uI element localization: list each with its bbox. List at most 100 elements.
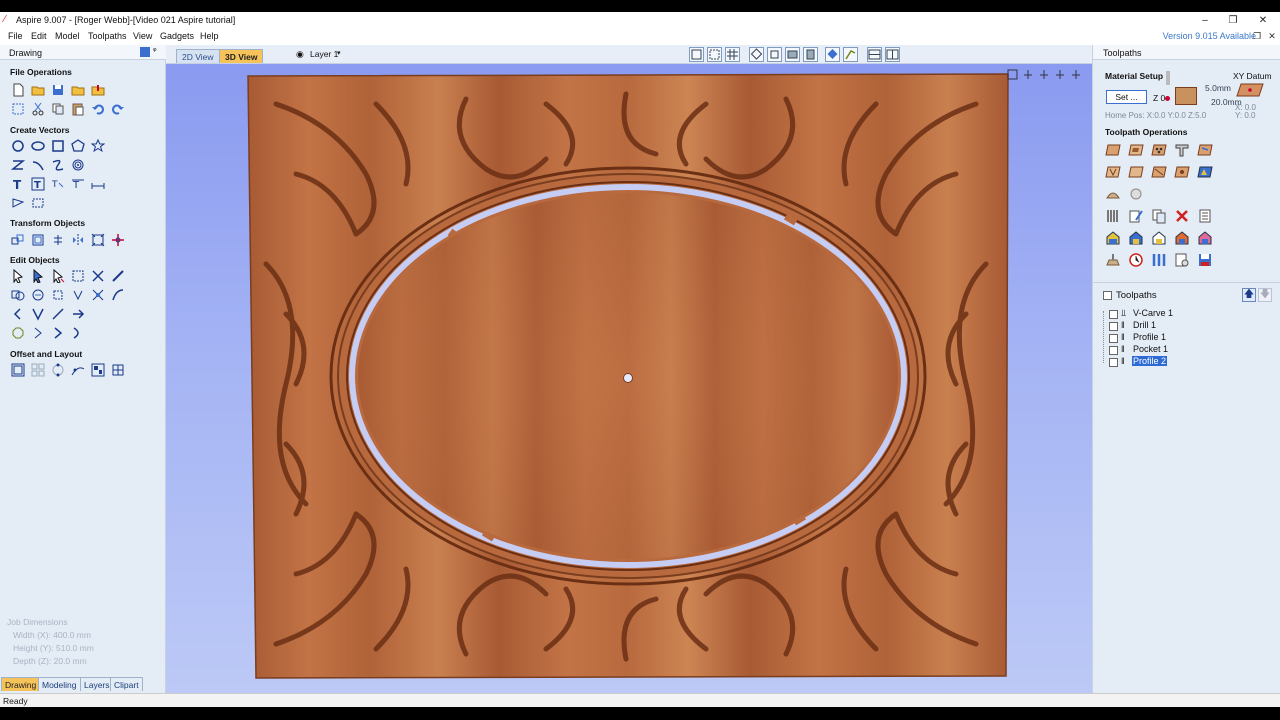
scale-icon[interactable] — [30, 232, 44, 246]
grid-icon[interactable] — [725, 47, 740, 62]
save-template-icon[interactable] — [1151, 230, 1167, 246]
open-file-icon[interactable] — [30, 82, 45, 96]
tab-2d-view[interactable]: 2D View — [176, 49, 220, 63]
undo-icon[interactable] — [90, 101, 104, 115]
node-edit-icon[interactable] — [30, 195, 44, 209]
text-arc-icon[interactable]: T — [70, 176, 84, 191]
draw-arc-icon[interactable] — [30, 157, 44, 171]
select-tool-icon[interactable] — [10, 268, 24, 283]
close-button[interactable]: ✕ — [1248, 13, 1278, 28]
offset-shape-icon[interactable] — [10, 325, 24, 339]
machining-time-icon[interactable] — [1128, 252, 1144, 268]
auto-layout-text-icon[interactable]: T — [50, 176, 64, 190]
move-icon[interactable] — [10, 232, 24, 246]
polygon-icon[interactable] — [70, 138, 85, 152]
nesting-icon[interactable] — [90, 362, 105, 377]
distort-icon[interactable] — [90, 232, 105, 247]
split-vertical-icon[interactable] — [885, 47, 900, 62]
profile-toolpath-icon[interactable] — [1105, 142, 1121, 158]
redo-icon[interactable] — [110, 101, 124, 115]
close-vector-icon[interactable] — [30, 325, 44, 339]
shading-icon[interactable] — [825, 47, 840, 62]
material-set-button[interactable]: Set ... — [1106, 90, 1147, 104]
save-toolpaths-icon[interactable] — [1197, 252, 1213, 268]
setup-sheet-icon[interactable] — [1174, 252, 1190, 268]
panel-autohide-icon[interactable]: ᵠ — [153, 46, 157, 55]
restore-doc-icon[interactable]: ❐ — [1250, 30, 1264, 42]
menu-gadgets[interactable]: Gadgets — [160, 31, 194, 41]
fillet-icon[interactable] — [90, 287, 104, 301]
curve-fit-icon[interactable] — [110, 287, 124, 301]
preview-toolpath-icon[interactable] — [1105, 252, 1121, 268]
arrow-right-icon[interactable] — [70, 306, 85, 320]
wrapping-toolpath-icon[interactable] — [1197, 230, 1213, 246]
tool-database-icon[interactable] — [1105, 208, 1121, 224]
cut-icon[interactable] — [30, 101, 44, 116]
move-up-icon[interactable]: 🡅 — [1242, 288, 1256, 302]
quick-engrave-icon[interactable] — [1174, 142, 1190, 158]
edit-toolpath-icon[interactable] — [1128, 208, 1144, 224]
dimension-icon[interactable] — [90, 176, 105, 190]
view-side-icon[interactable] — [803, 47, 818, 62]
undo-selection-icon[interactable] — [10, 101, 24, 115]
array-copy-icon[interactable] — [30, 362, 45, 377]
import-icon[interactable] — [70, 82, 85, 96]
auto-layout-icon[interactable] — [110, 362, 124, 376]
toolpath-summary-icon[interactable] — [1197, 208, 1213, 224]
toolpaths-master-checkbox[interactable] — [1103, 291, 1112, 300]
menu-help[interactable]: Help — [200, 31, 219, 41]
copy-along-vector-icon[interactable] — [70, 362, 85, 376]
extend-icon[interactable] — [50, 306, 64, 320]
z-zero-marker-icon[interactable] — [1165, 96, 1170, 101]
v-carve-toolpath-icon[interactable] — [1105, 164, 1121, 180]
delete-toolpath-icon[interactable] — [1174, 208, 1190, 224]
inlay-toolpath-icon[interactable] — [1197, 142, 1213, 158]
split-horizontal-icon[interactable] — [867, 47, 882, 62]
star-icon[interactable] — [90, 138, 105, 153]
toolpath-checkbox[interactable] — [1109, 322, 1118, 331]
measure-icon[interactable] — [110, 268, 124, 282]
offset-icon[interactable] — [10, 362, 25, 377]
panel-pin-icon[interactable] — [140, 47, 150, 57]
finishing-toolpath-icon[interactable] — [1128, 186, 1144, 202]
subtract-icon[interactable] — [30, 287, 44, 301]
zoom-box-icon[interactable] — [707, 47, 722, 62]
draw-curve-icon[interactable] — [50, 157, 64, 171]
menu-view[interactable]: View — [133, 31, 152, 41]
fluting-toolpath-icon[interactable] — [1151, 164, 1167, 180]
tool-visibility-icon[interactable] — [843, 47, 858, 62]
menu-model[interactable]: Model — [55, 31, 80, 41]
weld-icon[interactable] — [10, 287, 25, 301]
tab-3d-view[interactable]: 3D View — [219, 49, 264, 63]
view-front-icon[interactable] — [785, 47, 800, 62]
xy-datum-icon[interactable] — [1235, 82, 1265, 98]
template-toolpath-icon[interactable] — [1105, 230, 1121, 246]
new-file-icon[interactable] — [10, 82, 24, 97]
text-icon[interactable]: T — [10, 176, 24, 191]
view-top-icon[interactable] — [767, 47, 782, 62]
view-iso-icon[interactable] — [749, 47, 764, 62]
roughing-toolpath-icon[interactable] — [1105, 186, 1121, 202]
interactive-scale-icon[interactable] — [70, 268, 84, 282]
save-icon[interactable] — [50, 82, 64, 96]
copy-toolpath-icon[interactable] — [1151, 208, 1167, 224]
toolpath-checkbox[interactable] — [1109, 346, 1118, 355]
drilling-toolpath-icon[interactable] — [1151, 142, 1167, 158]
zoom-to-fit-icon[interactable] — [689, 47, 704, 62]
tab-clipart[interactable]: Clipart — [110, 677, 143, 691]
draw-vectors-icon[interactable] — [10, 195, 25, 209]
ellipse-icon[interactable] — [30, 138, 45, 152]
tab-drawing[interactable]: Drawing — [1, 677, 41, 691]
join-icon[interactable] — [70, 287, 84, 301]
version-available-link[interactable]: Version 9.015 Available — [1163, 31, 1256, 41]
tiling-toolpath-icon[interactable] — [1174, 230, 1190, 246]
v-shape-icon[interactable] — [30, 306, 44, 321]
move-down-icon[interactable]: 🡇 — [1258, 288, 1272, 302]
draw-line-icon[interactable] — [10, 157, 25, 171]
prism-toolpath-icon[interactable] — [1128, 164, 1144, 180]
circle-icon[interactable] — [10, 138, 24, 152]
mirror-icon[interactable] — [70, 232, 84, 246]
toolpath-sets-icon[interactable] — [1151, 252, 1167, 268]
trim-icon[interactable] — [50, 268, 65, 283]
layer-dropdown-icon[interactable]: ▾ — [337, 49, 341, 57]
